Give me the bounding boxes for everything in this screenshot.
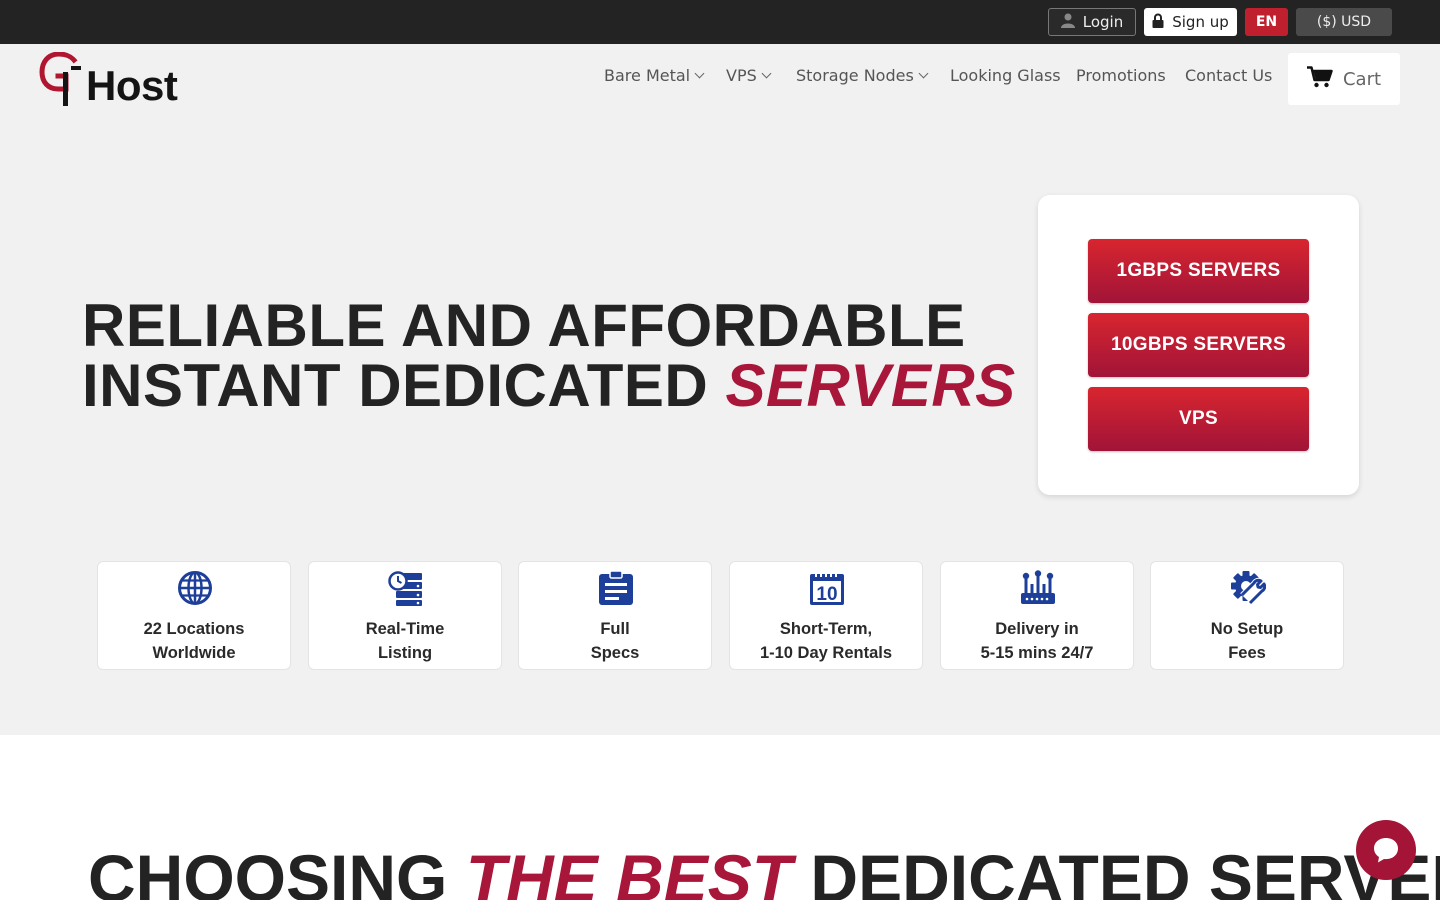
chevron-down-icon: [761, 68, 772, 79]
cart-label: Cart: [1342, 68, 1382, 90]
top-bar: Login Sign up EN ($) USD: [0, 0, 1440, 44]
chevron-down-icon: [918, 68, 929, 79]
chat-widget-button[interactable]: [1356, 820, 1416, 880]
calendar-icon: 10: [810, 571, 844, 605]
cart-icon: [1306, 65, 1333, 93]
1gbps-servers-button[interactable]: 1GBPS SERVERS: [1088, 239, 1309, 303]
nav-looking-glass[interactable]: Looking Glass: [950, 66, 1061, 85]
chevron-down-icon: [694, 68, 705, 79]
login-button[interactable]: Login: [1048, 8, 1136, 36]
site-logo[interactable]: Host: [38, 52, 198, 110]
signup-button[interactable]: Sign up: [1144, 8, 1237, 36]
section-title-accent: THE BEST: [465, 841, 793, 900]
feature-specs: Full Specs: [518, 561, 712, 670]
feature-no-setup: No Setup Fees: [1150, 561, 1344, 670]
hero-title-line1: RELIABLE AND AFFORDABLE: [82, 292, 966, 359]
nav-vps[interactable]: VPS: [726, 66, 772, 85]
feature-delivery: Delivery in 5-15 mins 24/7: [940, 561, 1134, 670]
globe-icon: [178, 571, 212, 605]
hero-cta-card: 1GBPS SERVERS 10GBPS SERVERS VPS: [1038, 195, 1359, 495]
chat-bubble-icon: [1374, 838, 1398, 863]
nav-storage-nodes[interactable]: Storage Nodes: [796, 66, 929, 85]
feature-locations: 22 Locations Worldwide: [97, 561, 291, 670]
signup-label: Sign up: [1172, 13, 1229, 31]
feature-text: Full Specs: [590, 620, 640, 662]
section-title-part1: CHOOSING: [88, 841, 448, 900]
feature-realtime: Real-Time Listing: [308, 561, 502, 670]
section-title-part2: DEDICATED SERVER: [810, 841, 1440, 900]
nav-label: Storage Nodes: [796, 66, 914, 85]
login-label: Login: [1082, 13, 1124, 31]
section-title: CHOOSING THE BEST DEDICATED SERVER: [88, 843, 1440, 900]
lock-icon: [1152, 13, 1164, 32]
currency-selector[interactable]: ($) USD: [1296, 8, 1392, 36]
nav-label: VPS: [726, 66, 757, 85]
hero-title: RELIABLE AND AFFORDABLE INSTANT DEDICATE…: [82, 296, 1042, 416]
vps-button[interactable]: VPS: [1088, 387, 1309, 451]
logo-g-mark: [39, 52, 81, 106]
hero-title-accent: SERVERS: [725, 352, 1016, 419]
user-icon: [1060, 12, 1075, 32]
nav-promotions[interactable]: Promotions: [1076, 66, 1166, 85]
nav-label: Promotions: [1076, 66, 1166, 85]
feature-short-term: 10 Short-Term, 1-10 Day Rentals: [729, 561, 923, 670]
gear-wrench-icon: [1231, 571, 1266, 605]
clipboard-icon: [599, 570, 633, 605]
nav-bare-metal[interactable]: Bare Metal: [604, 66, 705, 85]
feature-text: Delivery in 5-15 mins 24/7: [980, 620, 1094, 662]
feature-text: No Setup Fees: [1210, 620, 1284, 662]
10gbps-servers-button[interactable]: 10GBPS SERVERS: [1088, 313, 1309, 377]
feature-text: Short-Term, 1-10 Day Rentals: [759, 620, 893, 662]
logo-text: Host: [86, 62, 178, 109]
server-clock-icon: [388, 571, 422, 606]
calendar-day: 10: [816, 584, 837, 605]
content-section: CHOOSING THE BEST DEDICATED SERVER: [0, 735, 1440, 900]
nav-contact-us[interactable]: Contact Us: [1185, 66, 1272, 85]
language-selector[interactable]: EN: [1245, 8, 1288, 36]
feature-text: Real-Time Listing: [365, 620, 445, 662]
cart-button[interactable]: Cart: [1288, 53, 1400, 105]
feature-text: 22 Locations Worldwide: [143, 620, 245, 662]
nav-label: Contact Us: [1185, 66, 1273, 85]
hero-title-line2: INSTANT DEDICATED: [82, 352, 709, 419]
nav-label: Bare Metal: [604, 66, 691, 85]
network-switch-icon: [1021, 570, 1055, 604]
nav-label: Looking Glass: [950, 66, 1061, 85]
